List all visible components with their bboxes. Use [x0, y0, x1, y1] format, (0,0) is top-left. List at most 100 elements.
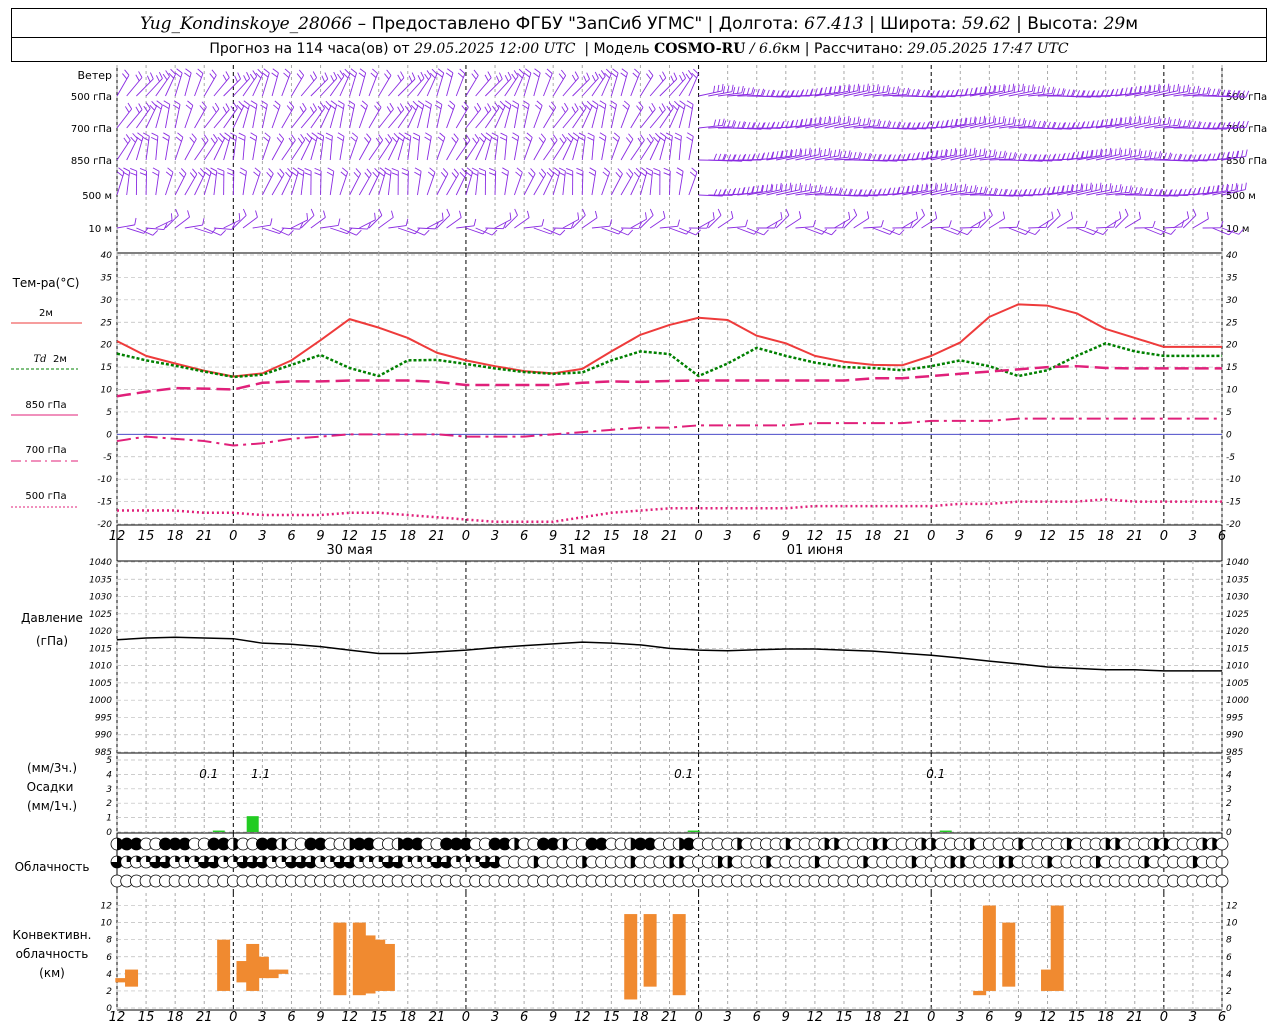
wind-level-label-left: 10 м — [89, 224, 112, 235]
wind-barb-shaft — [320, 106, 332, 129]
wind-barb-flag — [973, 147, 976, 155]
wind-barb-flag — [253, 171, 260, 177]
wind-barb-flag — [626, 172, 632, 179]
wind-barb-flag — [1119, 211, 1122, 219]
wind-barb-shaft — [310, 136, 318, 161]
wind-barb-flag — [1110, 149, 1113, 157]
x-tick-label-conv: 3 — [724, 1010, 732, 1024]
wind-barb-shaft — [679, 227, 696, 236]
wind-barb-flag — [892, 86, 895, 94]
wind-barb-flag — [722, 118, 725, 126]
wind-barb-flag — [425, 132, 432, 137]
wind-barb-shaft — [145, 78, 163, 97]
wind-barb-flag — [886, 85, 889, 93]
wind-barb-shaft — [659, 136, 667, 161]
wind-barb-flag — [1177, 83, 1180, 91]
wind-barb-flag — [857, 83, 860, 91]
wind-barb-flag — [1192, 121, 1197, 129]
wind-barb-flag — [969, 87, 973, 95]
wind-barb-shaft — [669, 105, 680, 129]
wind-barb-flag — [1167, 117, 1170, 125]
wind-barb-shaft — [1047, 214, 1061, 229]
convective-bar — [381, 943, 395, 991]
temp-ytick-right: 15 — [1226, 363, 1238, 373]
wind-barb-flag — [505, 100, 512, 106]
wind-barb-shaft — [426, 73, 438, 97]
temp-ytick-left: 5 — [106, 408, 112, 418]
wind-barb-flag — [143, 105, 149, 113]
wind-barb-flag — [162, 104, 170, 110]
wind-barb-flag — [940, 149, 943, 157]
wind-barb-shaft — [281, 106, 295, 129]
wind-barb-flag — [163, 132, 170, 137]
wind-barb-shaft — [135, 136, 144, 161]
conv-ytick-left: 10 — [101, 919, 113, 929]
wind-barb-flag — [578, 136, 585, 141]
wind-barb-flag — [824, 148, 827, 157]
wind-barb-flag — [988, 116, 991, 124]
date-label: 30 мая — [326, 543, 372, 558]
wind-barb-flag — [326, 171, 334, 176]
wind-barb-flag — [344, 68, 351, 75]
wind-barb-flag — [742, 87, 746, 95]
x-tick-label-conv: 15 — [370, 1010, 387, 1024]
wind-barb-shaft — [407, 78, 425, 97]
wind-barb-flag — [417, 100, 425, 106]
wind-barb-shaft — [145, 106, 157, 129]
prec-ytick-left: 0 — [106, 828, 112, 838]
wind-barb-shaft — [397, 136, 405, 161]
wind-barb-shaft — [485, 227, 504, 230]
convective-bar — [672, 914, 686, 996]
wind-barb-flag — [828, 115, 831, 123]
wind-barb-shaft — [281, 173, 293, 196]
wind-barb-flag — [484, 106, 489, 114]
wind-level-label-left: 500 м — [82, 191, 112, 202]
wind-barb-flag — [651, 102, 656, 110]
wind-barb-flag — [1128, 147, 1131, 155]
wind-barb-shaft — [484, 136, 493, 161]
wind-barb-flag — [187, 100, 194, 106]
wind-barb-shaft — [698, 218, 715, 229]
x-tick-label-conv: 21 — [894, 1010, 911, 1024]
wind-barb-flag — [1143, 85, 1147, 93]
wind-barb-flag — [500, 132, 508, 137]
wind-barb-shaft — [475, 77, 492, 97]
wind-barb-shaft — [368, 107, 382, 129]
wind-barb-shaft — [330, 227, 348, 235]
wind-barb-flag — [180, 168, 187, 174]
wind-barb-shaft — [901, 218, 918, 229]
wind-barb-flag — [526, 210, 530, 218]
wind-barb-shaft — [1192, 218, 1209, 229]
convective-bar — [275, 969, 289, 974]
wind-barb-flag — [372, 171, 378, 178]
wind-barb-shaft — [223, 136, 231, 161]
wind-barb-flag — [1115, 88, 1119, 96]
wind-barb-flag — [950, 148, 952, 157]
wind-barb-flag — [155, 75, 160, 82]
wind-barb-flag — [1013, 85, 1016, 93]
wind-barb-flag — [858, 118, 862, 126]
prec-ytick-right: 4 — [1226, 770, 1232, 780]
prec-ytick-left: 3 — [106, 785, 112, 795]
wind-barb-flag — [1095, 183, 1098, 191]
wind-barb-shaft — [1124, 218, 1141, 229]
wind-barb-shaft — [446, 173, 459, 196]
wind-barb-flag — [712, 212, 715, 220]
wind-barb-shaft — [436, 173, 449, 196]
wind-barb-flag — [1148, 115, 1150, 123]
wind-barb-flag — [279, 168, 285, 175]
wind-barb-flag — [558, 73, 564, 80]
wind-barb-flag — [936, 184, 938, 192]
date-label: 31 мая — [559, 543, 605, 558]
wind-barb-flag — [185, 68, 192, 74]
wind-barb-shaft — [523, 173, 536, 196]
wind-barb-flag — [561, 133, 567, 141]
wind-barb-shaft — [572, 136, 580, 161]
wind-barb-flag — [661, 103, 666, 110]
wind-barb-flag — [485, 132, 492, 138]
wind-barb-flag — [1114, 117, 1118, 125]
wind-barb-flag — [217, 168, 225, 172]
temp-ytick-left: 35 — [101, 273, 113, 283]
wind-barb-flag — [775, 183, 778, 191]
wind-barb-flag — [213, 134, 218, 141]
